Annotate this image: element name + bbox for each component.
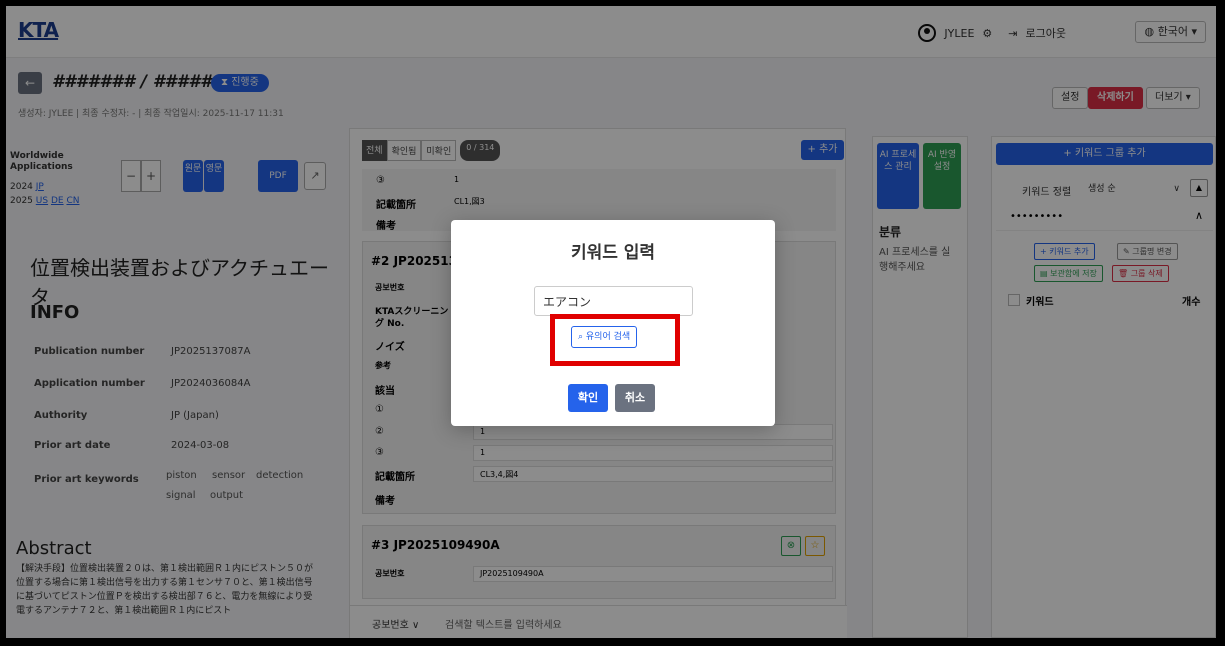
keyword-input-modal: 키워드 입력 ⌕ 유의어 검색 확인 취소: [451, 220, 775, 426]
app-window: KTA JYLEE ⚙ ⇥ 로그아웃 ◍ 한국어 ▾ ← ####### / #…: [6, 6, 1216, 638]
search-icon: ⌕: [578, 332, 586, 342]
keyword-input[interactable]: [534, 286, 693, 316]
confirm-button[interactable]: 확인: [568, 384, 608, 412]
synonym-search-button[interactable]: ⌕ 유의어 검색: [571, 326, 638, 348]
synonym-search-label: 유의어 검색: [585, 332, 631, 342]
cancel-button[interactable]: 취소: [615, 384, 655, 412]
modal-title: 키워드 입력: [570, 243, 656, 263]
